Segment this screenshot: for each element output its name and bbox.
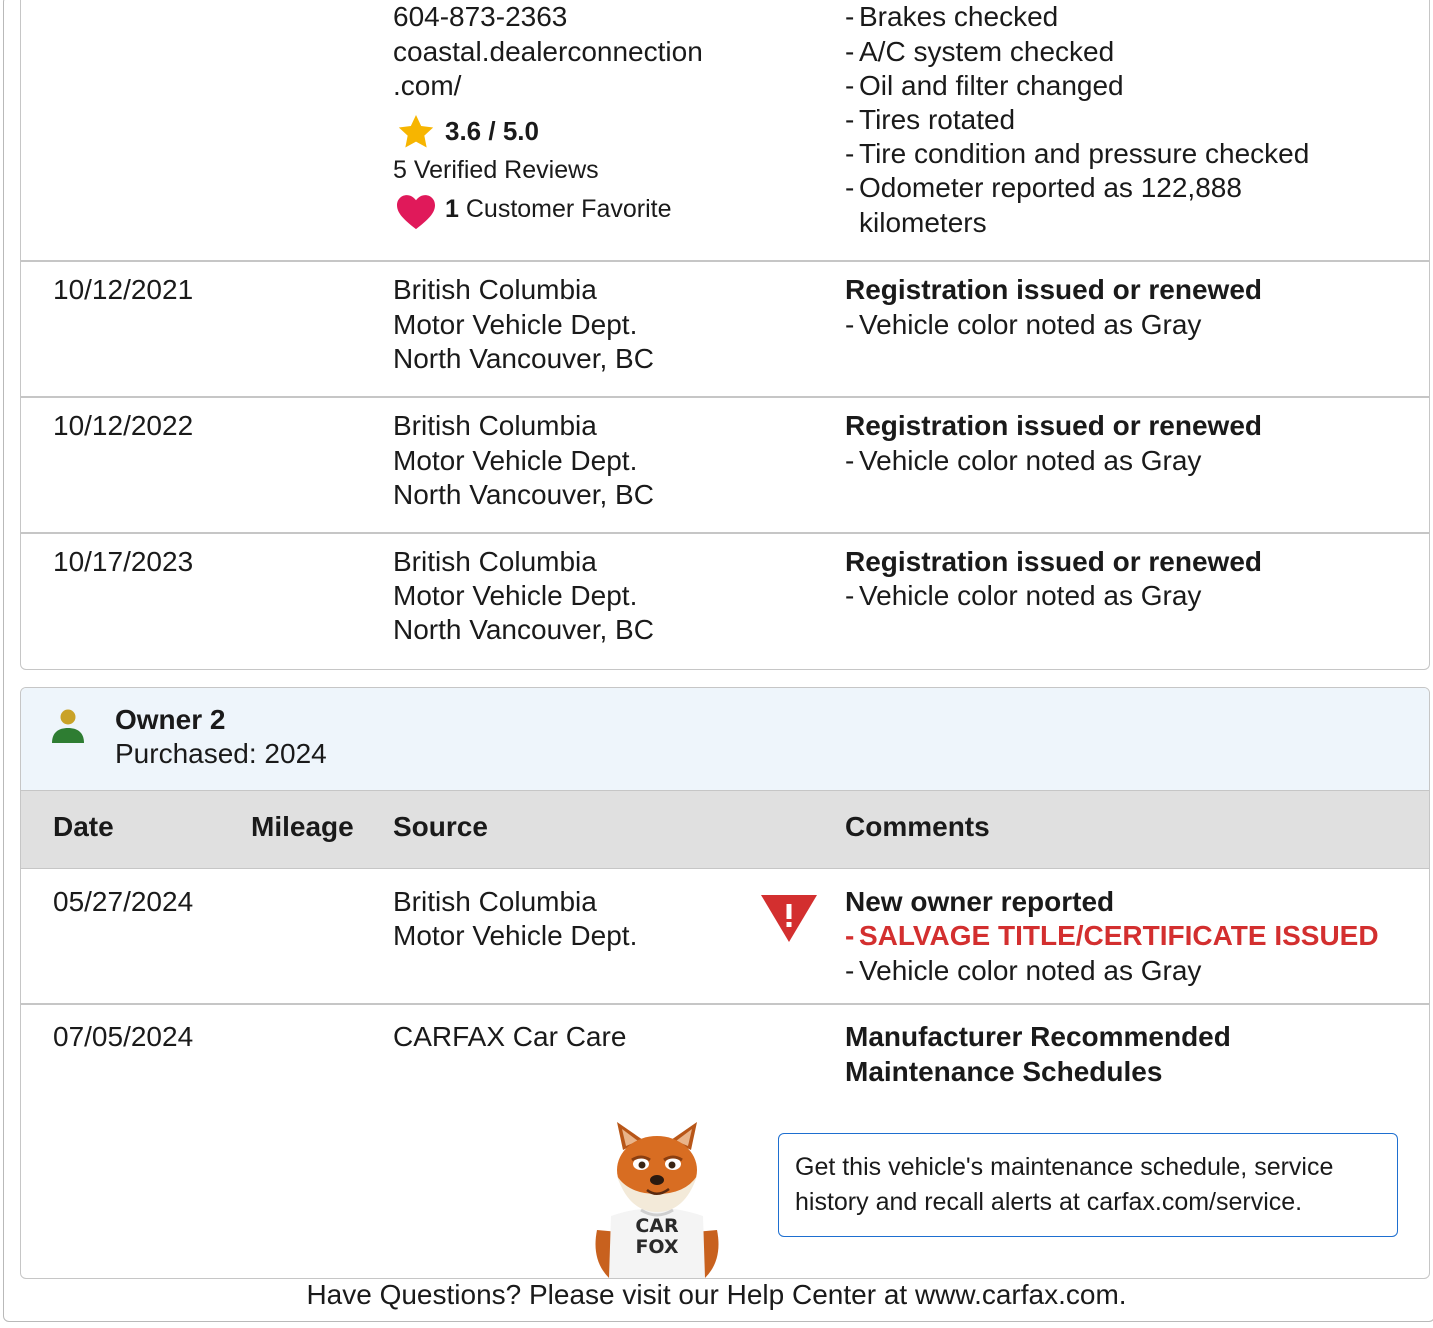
record-source-line: CARFAX Car Care (393, 1021, 627, 1052)
salvage-alert: - SALVAGE TITLE/CERTIFICATE ISSUED (845, 920, 1379, 951)
comment-line: - Tires rotated (845, 104, 1016, 135)
source-website-link-cont[interactable]: .com/ (393, 69, 461, 103)
warning-triangle-icon (761, 895, 817, 942)
comment-line: - A/C system checked (845, 36, 1115, 67)
record-title: Registration issued or renewed (845, 274, 1262, 305)
record-date: 10/17/2023 (53, 546, 194, 577)
record-source-line: British Columbia (393, 546, 597, 577)
customer-favorite: 1 Customer Favorite (445, 195, 672, 223)
maintenance-info-box[interactable]: Get this vehicle's maintenance schedule,… (778, 1133, 1398, 1237)
comment-line: - Brakes checked (845, 1, 1059, 32)
row-divider (21, 260, 1429, 262)
record-date: 10/12/2021 (53, 274, 194, 305)
person-icon (52, 709, 84, 743)
star-icon (398, 115, 434, 148)
maintenance-info-text: Get this vehicle's maintenance schedule,… (795, 1153, 1334, 1216)
record-source-line: Motor Vehicle Dept. (393, 580, 638, 611)
record-title: Registration issued or renewed (845, 410, 1262, 441)
record-source-line: British Columbia (393, 886, 597, 917)
mascot-shirt-text: FOX (635, 1236, 678, 1258)
column-header-source: Source (393, 811, 488, 842)
column-header-comments: Comments (845, 811, 990, 842)
record-title-cont: Maintenance Schedules (845, 1056, 1163, 1087)
column-header-date: Date (53, 811, 114, 842)
record-source-line: British Columbia (393, 274, 597, 305)
record-title: New owner reported (845, 886, 1115, 917)
record-source-line: North Vancouver, BC (393, 479, 654, 510)
comment-line: - Vehicle color noted as Gray (845, 445, 1202, 476)
record-date: 05/27/2024 (53, 886, 194, 917)
help-center-footer: Have Questions? Please visit our Help Ce… (306, 1279, 1127, 1310)
comment-line: - Odometer reported as 122,888 (845, 172, 1242, 203)
owner-title: Owner 2 (115, 704, 226, 735)
owner2-history-card: Owner 2 Purchased: 2024 Date Mileage Sou… (20, 687, 1430, 1279)
dealer-rating: 3.6 / 5.0 (445, 116, 539, 146)
comment-line-cont: kilometers (859, 207, 987, 238)
record-title: Registration issued or renewed (845, 546, 1262, 577)
comment-line: - Oil and filter changed (845, 70, 1124, 101)
comment-line: - Vehicle color noted as Gray (845, 580, 1202, 611)
row-divider (21, 396, 1429, 398)
record-title: Manufacturer Recommended (845, 1021, 1231, 1052)
record-source-line: Motor Vehicle Dept. (393, 309, 638, 340)
record-source-line: Motor Vehicle Dept. (393, 920, 638, 951)
record-source-line: Motor Vehicle Dept. (393, 445, 638, 476)
record-date: 07/05/2024 (53, 1021, 194, 1052)
owner1-history-card: 604-873-2363 coastal.dealerconnection .c… (20, 0, 1430, 670)
record-source-line: North Vancouver, BC (393, 343, 654, 374)
source-website-link[interactable]: coastal.dealerconnection (393, 35, 703, 69)
owner-header: Owner 2 Purchased: 2024 (21, 688, 1429, 791)
record-source-line: British Columbia (393, 410, 597, 441)
source-phone: 604-873-2363 (393, 1, 568, 32)
column-header-mileage: Mileage (251, 811, 354, 842)
row-divider (21, 532, 1429, 534)
comment-line: - Vehicle color noted as Gray (845, 955, 1202, 986)
table-header: Date Mileage Source Comments (21, 791, 1429, 869)
carfax-fox-mascot: CAR FOX (595, 1122, 719, 1278)
heart-icon (397, 195, 435, 230)
row-divider (21, 1003, 1429, 1005)
comment-line: - Vehicle color noted as Gray (845, 309, 1202, 340)
comment-line: - Tire condition and pressure checked (845, 138, 1310, 169)
mascot-shirt-text: CAR (635, 1215, 679, 1237)
record-source-line: North Vancouver, BC (393, 614, 654, 645)
owner-purchased: Purchased: 2024 (115, 738, 327, 769)
verified-reviews-link[interactable]: 5 Verified Reviews (393, 153, 599, 187)
record-date: 10/12/2022 (53, 410, 194, 441)
